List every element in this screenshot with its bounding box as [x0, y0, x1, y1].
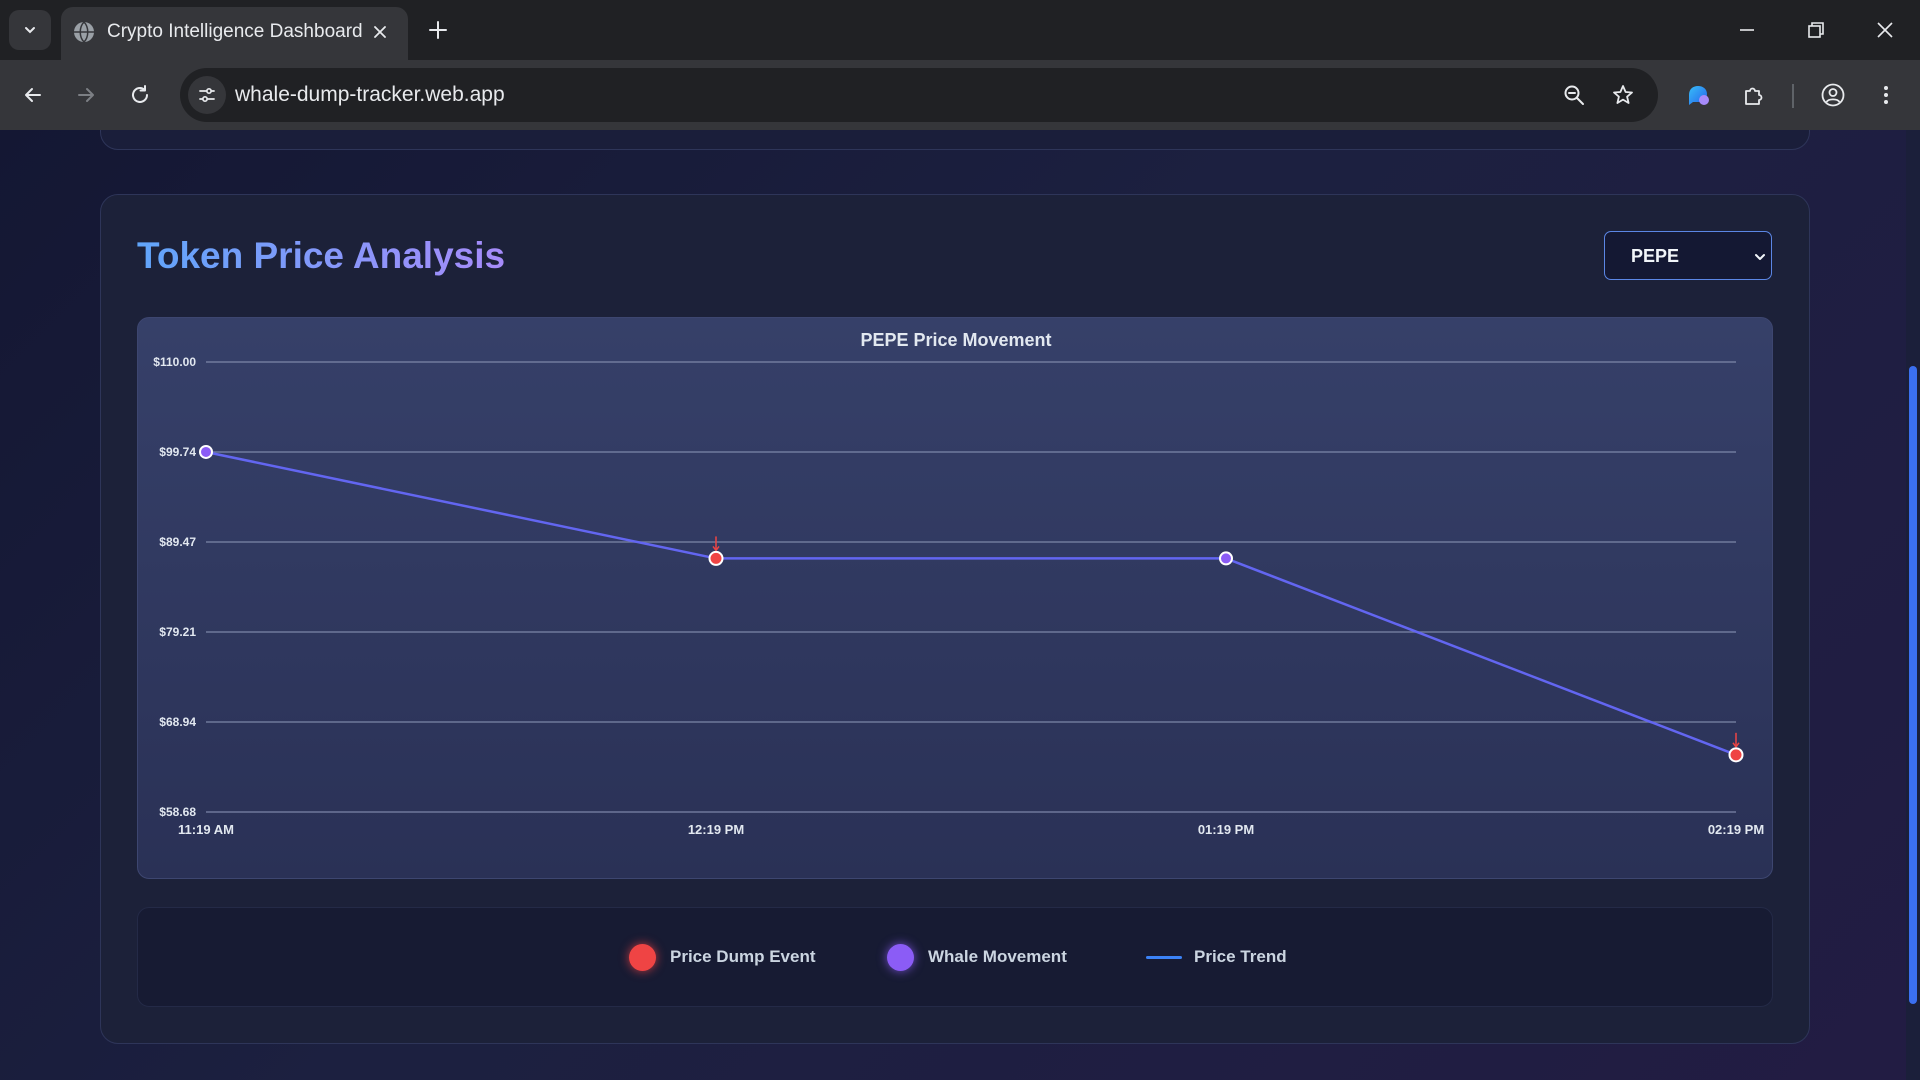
token-select[interactable]: PEPE — [1604, 231, 1772, 280]
legend-label: Price Trend — [1194, 947, 1287, 966]
legend-label: Whale Movement — [928, 947, 1067, 966]
chart-legend: Price Dump Event Whale Movement Price Tr… — [137, 907, 1773, 1007]
x-tick-label: 12:19 PM — [688, 822, 744, 837]
x-tick-label: 02:19 PM — [1708, 822, 1764, 837]
y-tick-label: $79.21 — [159, 625, 196, 639]
tab-search-button[interactable] — [9, 10, 51, 50]
tab-close-button[interactable] — [367, 19, 393, 45]
copilot-button[interactable] — [1678, 75, 1718, 115]
y-tick-label: $58.68 — [159, 805, 196, 819]
restore-icon — [1808, 22, 1824, 38]
line-swatch-icon — [1146, 955, 1182, 959]
x-tick-label: 01:19 PM — [1198, 822, 1254, 837]
section-title: Token Price Analysis — [137, 235, 506, 276]
whale-movement-marker[interactable] — [199, 444, 213, 459]
scrollbar-thumb[interactable] — [1909, 366, 1917, 1004]
toolbar-divider — [1792, 84, 1794, 108]
price-chart-svg: PEPE Price Movement $110.00 $99.74 $89.47 $… — [153, 330, 1764, 837]
reload-icon — [132, 85, 148, 103]
tab-title: Crypto Intelligence Dashboard — [107, 21, 363, 42]
close-window-button[interactable] — [1862, 10, 1908, 50]
close-icon — [374, 26, 386, 38]
zoom-button[interactable] — [1560, 81, 1588, 109]
price-chart: PEPE Price Movement $110.00 $99.74 $89.47 $… — [137, 317, 1773, 879]
browser-toolbar: whale-dump-tracker.web.app — [0, 60, 1920, 130]
chevron-down-icon — [25, 27, 35, 34]
url-text: whale-dump-tracker.web.app — [235, 83, 505, 106]
x-tick-label: 11:19 AM — [178, 822, 234, 837]
address-bar[interactable]: whale-dump-tracker.web.app — [180, 68, 1658, 122]
y-tick-label: $99.74 — [159, 445, 196, 459]
y-tick-label: $89.47 — [159, 535, 196, 549]
previous-section-card — [100, 130, 1810, 150]
profile-button[interactable] — [1813, 75, 1853, 115]
arrow-right-icon — [78, 88, 94, 102]
chevron-down-icon — [1755, 254, 1765, 260]
star-icon — [1613, 85, 1633, 104]
price-dump-marker[interactable] — [1728, 747, 1744, 763]
active-tab[interactable]: Crypto Intelligence Dashboard — [61, 7, 408, 60]
minimize-icon — [1740, 29, 1754, 31]
legend-item-whale-movement: Whale Movement — [887, 942, 1067, 972]
token-price-analysis-card: Token Price Analysis PEPE PEPE Price Mov… — [100, 194, 1810, 1044]
whale-movement-marker[interactable] — [1219, 551, 1233, 566]
red-dot-icon — [629, 943, 656, 971]
copilot-icon — [1689, 86, 1709, 105]
token-select-value: PEPE — [1631, 246, 1680, 266]
puzzle-icon — [1745, 87, 1763, 105]
extensions-button[interactable] — [1734, 75, 1774, 115]
site-info-button[interactable] — [188, 76, 226, 114]
price-trend-line — [205, 450, 1737, 756]
tune-icon — [199, 87, 215, 103]
page-viewport: Token Price Analysis PEPE PEPE Price Mov… — [0, 130, 1920, 1080]
zoom-out-icon — [1564, 85, 1584, 105]
chart-title: PEPE Price Movement — [860, 330, 1051, 350]
bookmark-button[interactable] — [1609, 81, 1637, 109]
minimize-button[interactable] — [1724, 10, 1770, 50]
browser-tabstrip: Crypto Intelligence Dashboard — [0, 0, 1920, 60]
more-vert-icon — [1884, 86, 1888, 104]
legend-label: Price Dump Event — [670, 947, 816, 966]
plus-icon — [429, 21, 447, 39]
close-icon — [1877, 22, 1893, 38]
globe-icon — [74, 21, 94, 43]
restore-button[interactable] — [1793, 10, 1839, 50]
y-tick-label: $110.00 — [153, 355, 196, 369]
profile-icon — [1821, 83, 1845, 107]
price-dump-marker[interactable] — [708, 550, 724, 566]
forward-button[interactable] — [66, 75, 106, 115]
new-tab-button[interactable] — [424, 16, 452, 44]
arrow-left-icon — [25, 88, 41, 102]
y-tick-label: $68.94 — [159, 715, 196, 729]
reload-button[interactable] — [120, 75, 160, 115]
purple-dot-icon — [887, 943, 914, 971]
legend-item-price-trend: Price Trend — [1146, 942, 1287, 972]
legend-item-price-dump: Price Dump Event — [629, 942, 816, 972]
menu-button[interactable] — [1866, 75, 1906, 115]
page-scrollbar[interactable] — [1906, 130, 1920, 1080]
back-button[interactable] — [13, 75, 53, 115]
